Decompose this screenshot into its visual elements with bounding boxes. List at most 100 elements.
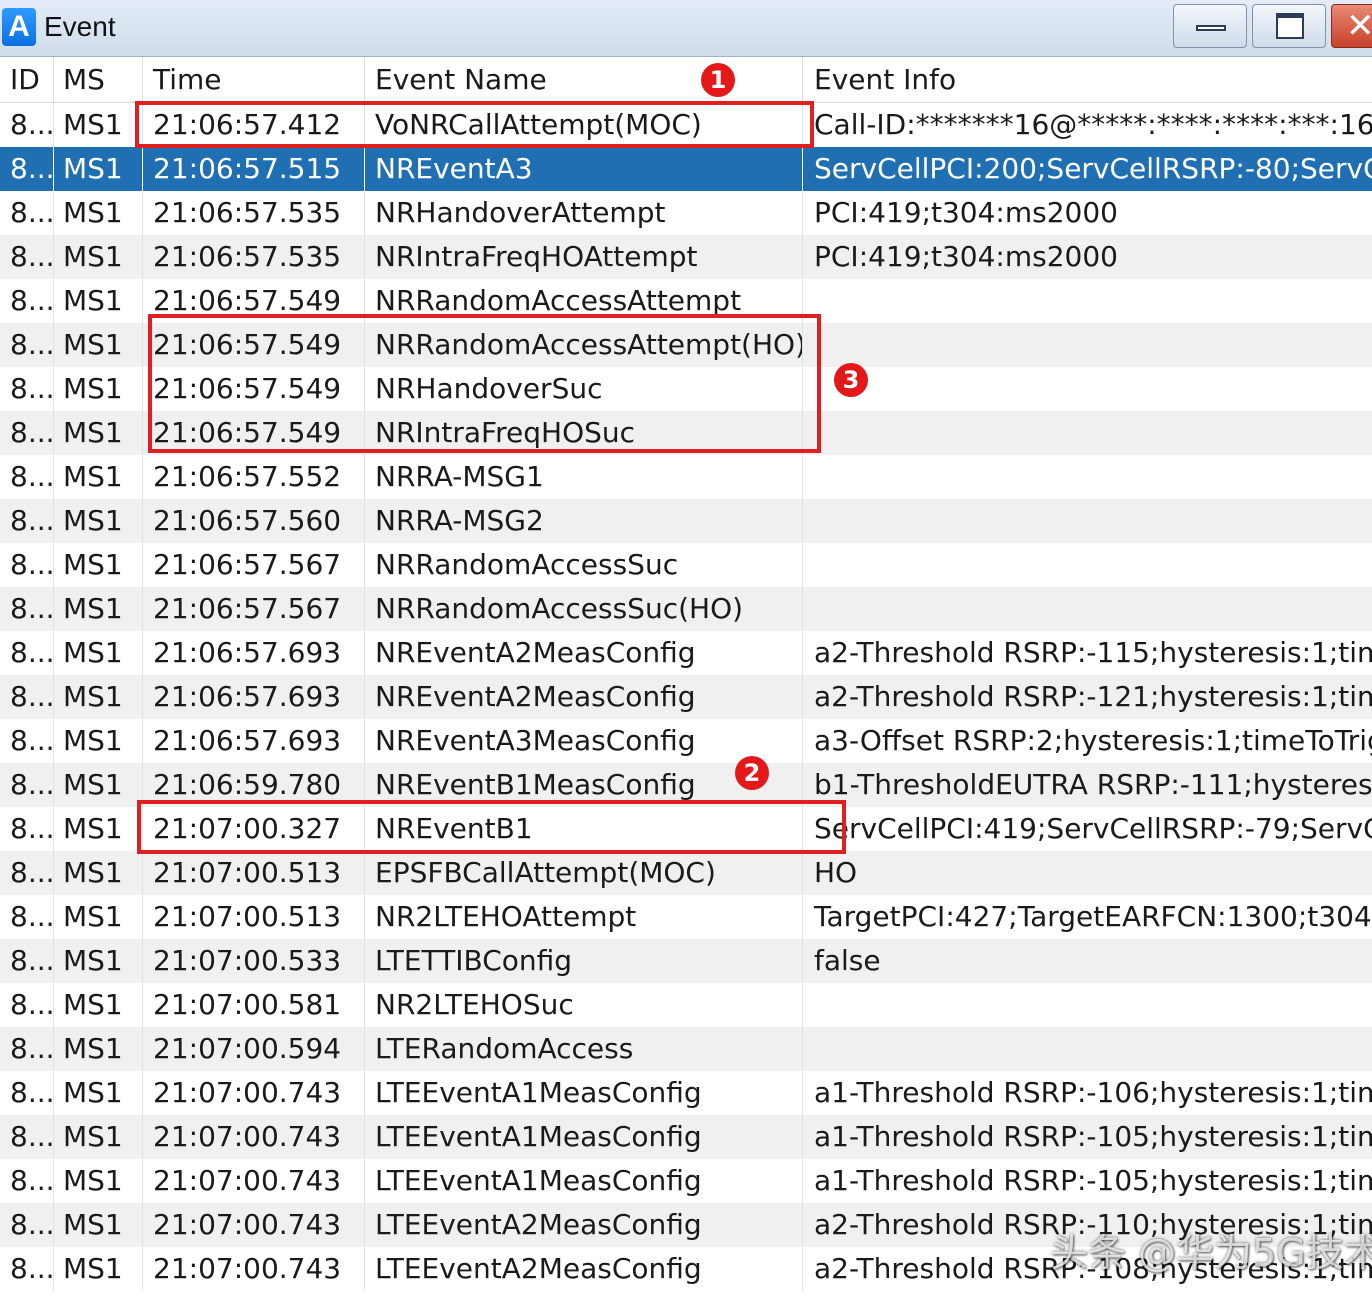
table-row[interactable]: 8... MS1 21:07:00.513 NR2LTEHOAttempt Target… — [0, 895, 1372, 939]
table-row[interactable]: 8... MS1 21:07:00.581 NR2LTEHOSuc — [0, 983, 1372, 1027]
cell-event-name: LTERandomAccess — [365, 1027, 803, 1071]
annotation-badge-2: 2 — [735, 756, 769, 790]
cell-event-info: Call-ID:*******16@*****:****:****:***:16… — [814, 108, 1372, 141]
cell-ms: MS1 — [54, 983, 143, 1027]
cell-id: 8... — [0, 499, 54, 543]
cell-event-name: LTEEventA1MeasConfig — [365, 1159, 803, 1203]
cell-id: 8... — [0, 851, 54, 895]
maximize-icon — [1276, 13, 1304, 39]
table-row[interactable]: 8... MS1 21:06:57.560 NRRA-MSG2 — [0, 499, 1372, 543]
cell-event-info — [803, 499, 1372, 543]
cell-id: 8... — [0, 719, 54, 763]
cell-event-info — [803, 1027, 1372, 1071]
table-row[interactable]: 8... MS1 21:06:57.693 NREventA2MeasConfig a2… — [0, 631, 1372, 675]
cell-time: 21:06:57.567 — [143, 543, 365, 587]
close-icon: ✕ — [1346, 6, 1372, 46]
cell-time: 21:06:57.535 — [143, 235, 365, 279]
cell-ms: MS1 — [54, 895, 143, 939]
cell-event-name: NRRA-MSG2 — [365, 499, 803, 543]
cell-time: 21:07:00.513 — [143, 895, 365, 939]
cell-event-name: NRRandomAccessSuc(HO) — [365, 587, 803, 631]
cell-event-info: a2-Threshold RSRP:-115;hysteresis:1;time… — [814, 636, 1372, 669]
table-row[interactable]: 8... MS1 21:06:57.552 NRRA-MSG1 — [0, 455, 1372, 499]
table-row[interactable]: 8... MS1 21:07:00.533 LTETTIBConfig false — [0, 939, 1372, 983]
cell-id: 8... — [0, 235, 54, 279]
cell-id: 8... — [0, 1027, 54, 1071]
cell-ms: MS1 — [54, 1203, 143, 1247]
table-row[interactable]: 8... MS1 21:07:00.743 LTEEventA1MeasConfig a… — [0, 1071, 1372, 1115]
cell-time: 21:07:00.594 — [143, 1027, 365, 1071]
cell-ms: MS1 — [54, 411, 143, 455]
table-row[interactable]: 8... MS1 21:06:57.567 NRRandomAccessSuc(HO) — [0, 587, 1372, 631]
cell-ms: MS1 — [54, 631, 143, 675]
cell-time: 21:06:57.693 — [143, 631, 365, 675]
cell-ms: MS1 — [54, 1247, 143, 1291]
table-row[interactable]: 8... MS1 21:07:00.513 EPSFBCallAttempt(MOC)… — [0, 851, 1372, 895]
event-window: A Event ✕ ID MS Time Event Name Event In… — [0, 0, 1372, 1296]
cell-event-info — [803, 983, 1372, 1027]
minimize-icon — [1196, 25, 1226, 31]
cell-event-info: a1-Threshold RSRP:-105;hysteresis:1;time… — [814, 1164, 1372, 1197]
cell-event-name: NRHandoverAttempt — [365, 191, 803, 235]
cell-ms: MS1 — [54, 367, 143, 411]
cell-id: 8... — [0, 807, 54, 851]
cell-id: 8... — [0, 983, 54, 1027]
table-row[interactable]: 8... MS1 21:07:00.594 LTERandomAccess — [0, 1027, 1372, 1071]
cell-event-info: PCI:419;t304:ms2000 — [814, 196, 1118, 229]
cell-id: 8... — [0, 895, 54, 939]
cell-ms: MS1 — [54, 851, 143, 895]
column-header-time[interactable]: Time — [143, 57, 365, 102]
cell-ms: MS1 — [54, 543, 143, 587]
cell-ms: MS1 — [54, 279, 143, 323]
table-row[interactable]: 8... MS1 21:06:57.535 NRIntraFreqHOAttempt P… — [0, 235, 1372, 279]
column-header-ms[interactable]: MS — [54, 57, 143, 102]
cell-id: 8... — [0, 763, 54, 807]
close-button[interactable]: ✕ — [1331, 4, 1372, 48]
column-header-id[interactable]: ID — [0, 57, 54, 102]
cell-id: 8... — [0, 103, 54, 147]
cell-time: 21:06:57.552 — [143, 455, 365, 499]
annotation-badge-3: 3 — [834, 363, 868, 397]
minimize-button[interactable] — [1173, 4, 1247, 48]
cell-time: 21:07:00.581 — [143, 983, 365, 1027]
cell-event-info: HO — [814, 856, 858, 889]
cell-ms: MS1 — [54, 323, 143, 367]
cell-event-name: NREventA2MeasConfig — [365, 631, 803, 675]
cell-event-info — [803, 323, 1372, 367]
cell-event-info: a1-Threshold RSRP:-106;hysteresis:1;time… — [814, 1076, 1372, 1109]
maximize-button[interactable] — [1252, 4, 1326, 48]
cell-event-info — [803, 279, 1372, 323]
table-row[interactable]: 8... MS1 21:06:57.535 NRHandoverAttempt PCI:… — [0, 191, 1372, 235]
cell-id: 8... — [0, 455, 54, 499]
cell-ms: MS1 — [54, 191, 143, 235]
table-row[interactable]: 8... MS1 21:06:57.567 NRRandomAccessSuc — [0, 543, 1372, 587]
table-row[interactable]: 8... MS1 21:06:57.693 NREventA2MeasConfig a2… — [0, 675, 1372, 719]
table-row[interactable]: 8... MS1 21:06:57.515 NREventA3 ServCellPCI:… — [0, 147, 1372, 191]
window-title: Event — [44, 11, 116, 42]
cell-event-info: TargetPCI:427;TargetEARFCN:1300;t304:m — [814, 900, 1372, 933]
table-row[interactable]: 8... MS1 21:06:57.693 NREventA3MeasConfig a3… — [0, 719, 1372, 763]
cell-time: 21:07:00.743 — [143, 1159, 365, 1203]
cell-id: 8... — [0, 147, 54, 191]
cell-event-info: ServCellPCI:200;ServCellRSRP:-80;ServCel… — [803, 147, 1372, 191]
table-row[interactable]: 8... MS1 21:07:00.743 LTEEventA1MeasConfig a… — [0, 1159, 1372, 1203]
cell-ms: MS1 — [54, 499, 143, 543]
title-bar[interactable]: A Event ✕ — [0, 0, 1372, 57]
highlight-box-3 — [148, 314, 821, 453]
cell-id: 8... — [0, 631, 54, 675]
cell-ms: MS1 — [54, 1027, 143, 1071]
cell-event-name: NRIntraFreqHOAttempt — [365, 235, 803, 279]
app-icon: A — [2, 8, 36, 46]
column-header-event-name[interactable]: Event Name — [365, 57, 803, 102]
watermark: 头条 @华为5G技术 — [1050, 1231, 1372, 1275]
cell-id: 8... — [0, 1159, 54, 1203]
cell-event-name: NREventA3MeasConfig — [365, 719, 803, 763]
cell-id: 8... — [0, 675, 54, 719]
column-header-event-info[interactable]: Event Info — [803, 57, 1372, 102]
cell-ms: MS1 — [54, 147, 143, 191]
table-row[interactable]: 8... MS1 21:07:00.743 LTEEventA1MeasConfig a… — [0, 1115, 1372, 1159]
cell-time: 21:07:00.743 — [143, 1115, 365, 1159]
cell-event-info: a3-Offset RSRP:2;hysteresis:1;timeToTrig… — [814, 724, 1372, 757]
cell-id: 8... — [0, 279, 54, 323]
cell-id: 8... — [0, 1115, 54, 1159]
